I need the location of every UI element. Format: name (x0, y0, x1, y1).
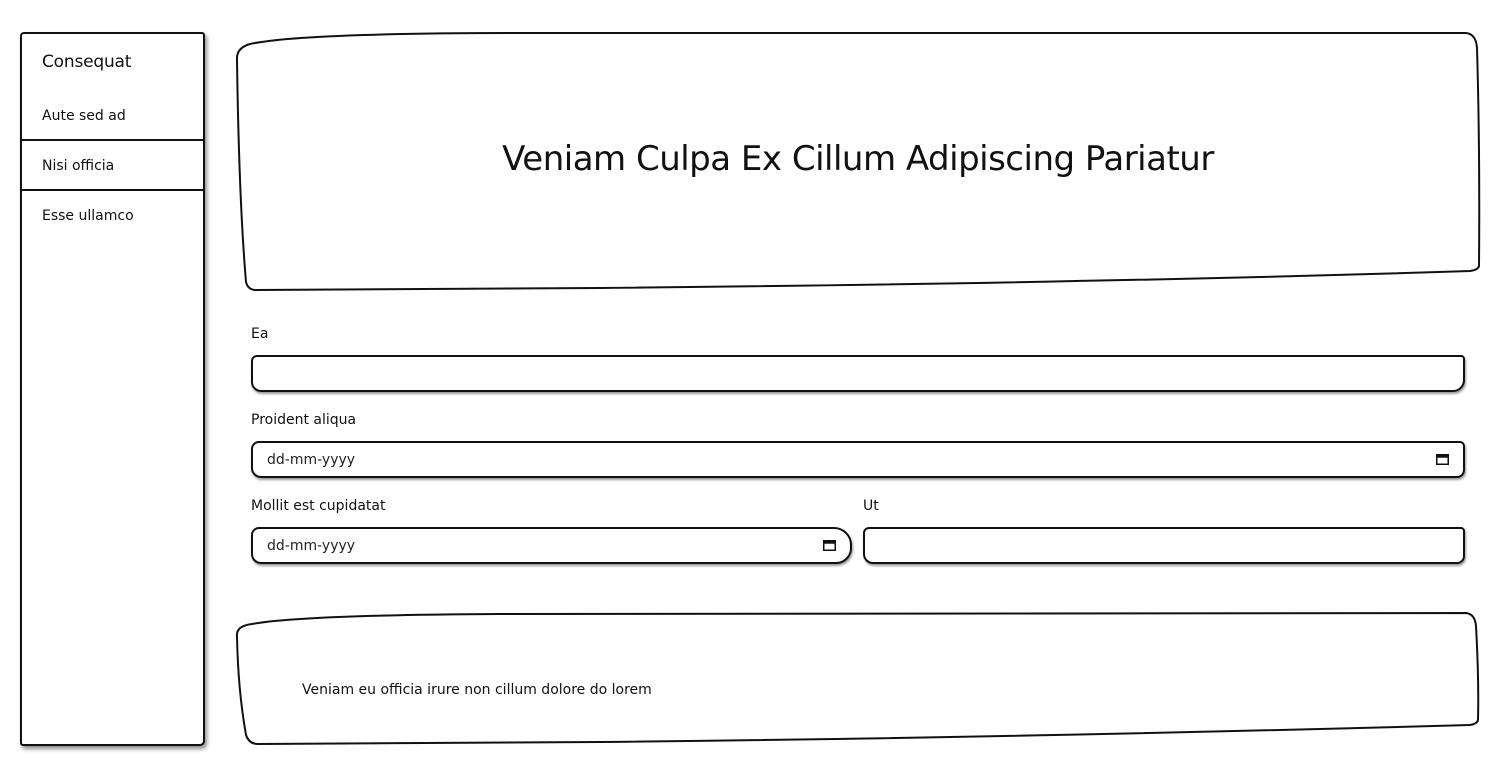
page-title: Veniam Culpa Ex Cillum Adipiscing Pariat… (502, 139, 1214, 179)
page: Consequat Aute sed ad Nisi officia Esse … (0, 0, 1500, 777)
ea-label: Ea (251, 326, 269, 342)
calendar-icon[interactable] (1436, 453, 1449, 465)
proident-aliqua-date-value: dd-mm-yyyy (267, 452, 356, 468)
mollit-est-cupidatat-label: Mollit est cupidatat (251, 498, 386, 514)
proident-aliqua-label: Proident aliqua (251, 412, 357, 428)
mollit-est-cupidatat-date-field[interactable]: dd-mm-yyyy (251, 527, 852, 564)
ut-input[interactable] (863, 527, 1465, 564)
proident-aliqua-date-field[interactable]: dd-mm-yyyy (251, 441, 1465, 478)
ea-input[interactable] (251, 355, 1465, 392)
mollit-est-cupidatat-date-value: dd-mm-yyyy (267, 538, 356, 554)
footer-text: Veniam eu officia irure non cillum dolor… (302, 682, 652, 698)
ut-label: Ut (863, 498, 879, 514)
calendar-icon[interactable] (823, 539, 836, 551)
footer-panel-outline (235, 611, 1480, 746)
